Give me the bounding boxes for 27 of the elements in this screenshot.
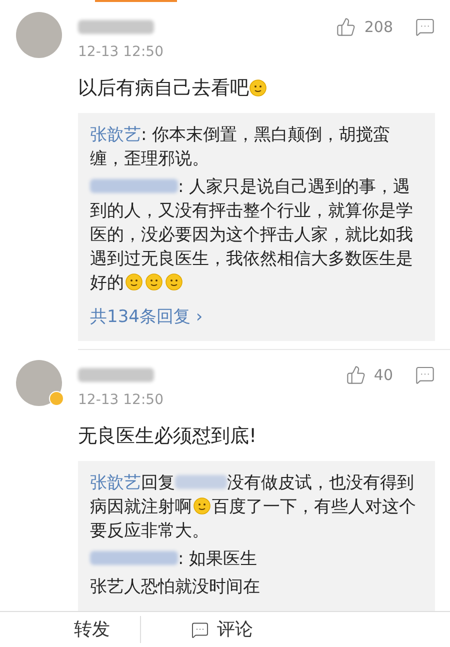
like-icon[interactable]	[346, 364, 366, 385]
comment-time: 12-13 12:50	[78, 43, 164, 62]
reply-comment: : 如果医生	[90, 544, 423, 572]
comment-icon[interactable]	[415, 17, 435, 38]
reply-comment: 张歆艺: 你本末倒置，黑白颠倒，胡搅蛮缠，歪理邪说。	[90, 124, 392, 171]
reply-comment: 张歆艺回复 没有做皮试，也没有得到病因就注射啊 百度了一下，有些人对这个要反应非常大。	[90, 472, 417, 542]
avatar[interactable]	[16, 12, 62, 58]
comment-time: 12-13 12:50	[78, 390, 164, 410]
comment-icon[interactable]	[415, 364, 435, 385]
like-count: 208	[364, 17, 393, 38]
reply-comment: : 人家只是说自己遇到的事，遇到的人，又没有抨击整个行业，就算你是学医的，没必要因为这个抨击人家，就比如我遇到过无良医生，我依然相信大多数医生是好的	[90, 176, 414, 295]
emoji-face-icon	[125, 273, 143, 291]
reply-comment: 张艺人恐怕就没时间在	[90, 576, 261, 598]
blurred-mention	[175, 474, 227, 488]
reply-author-link[interactable]: 张歆艺	[90, 472, 141, 492]
comment-text: 以后有病自己去看吧	[78, 77, 249, 99]
emoji-face-icon	[145, 273, 163, 291]
comment-button[interactable]: 评论	[181, 616, 263, 643]
like-icon[interactable]	[336, 17, 356, 38]
like-count: 40	[374, 364, 393, 386]
avatar[interactable]	[16, 360, 62, 406]
forward-button[interactable]: 转发	[64, 616, 141, 643]
reply-author-link[interactable]: 张歆艺	[90, 125, 141, 145]
comment-text: 无良医生必须怼到底!	[78, 424, 257, 446]
emoji-face-icon	[165, 273, 183, 291]
more-replies-link[interactable]: 共134条回复 ›	[90, 307, 203, 327]
emoji-face-icon	[193, 496, 211, 514]
